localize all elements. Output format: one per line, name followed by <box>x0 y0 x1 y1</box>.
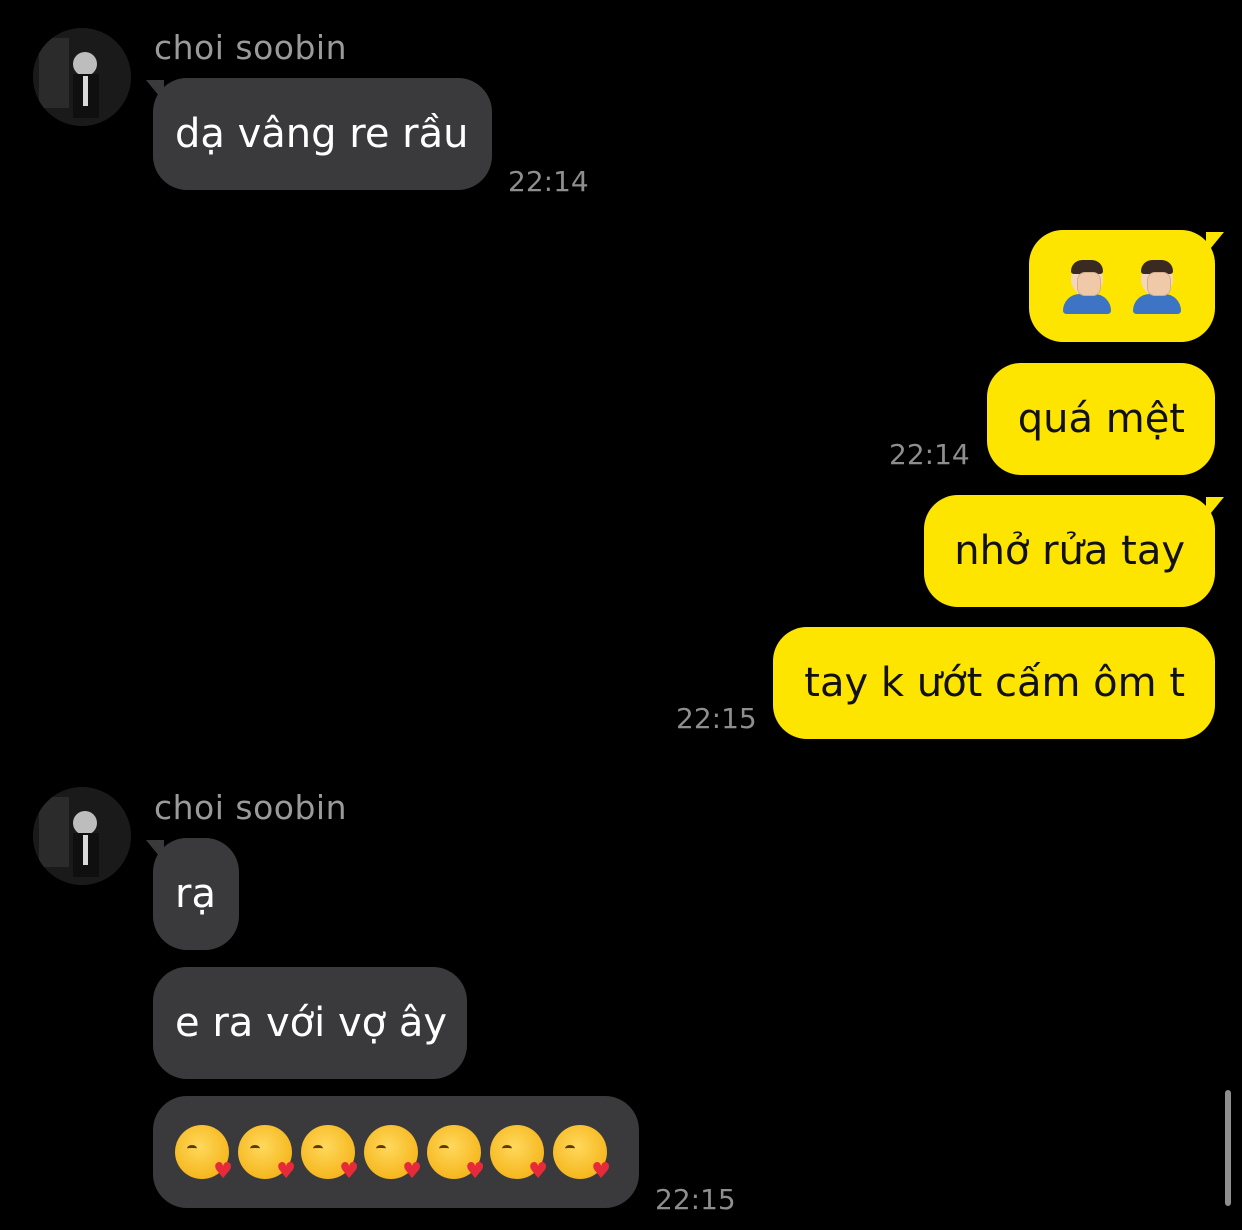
message-text: quá mệt <box>1017 396 1185 442</box>
message-text: e ra với vợ ây <box>175 1000 448 1046</box>
face-blowing-kiss-icon <box>553 1125 611 1183</box>
message-text: rạ <box>175 871 216 917</box>
message-bubble-outgoing[interactable]: nhở rửa tay <box>924 495 1215 607</box>
message-timestamp: 22:14 <box>889 438 970 471</box>
sender-name: choi soobin <box>154 788 348 827</box>
face-blowing-kiss-icon <box>364 1125 422 1183</box>
message-bubble-incoming[interactable]: rạ <box>153 838 239 950</box>
man-facepalming-icon <box>1059 258 1115 314</box>
avatar-photo-icon <box>33 787 131 885</box>
message-text: dạ vâng re rầu <box>175 111 469 157</box>
face-blowing-kiss-icon <box>301 1125 359 1183</box>
message-bubble-outgoing[interactable]: tay k ướt cấm ôm t <box>773 627 1215 739</box>
message-timestamp: 22:15 <box>676 702 757 735</box>
message-bubble-outgoing[interactable]: quá mệt <box>987 363 1215 475</box>
message-timestamp: 22:15 <box>655 1183 736 1216</box>
emoji-message <box>1059 258 1185 314</box>
message-bubble-outgoing[interactable] <box>1029 230 1215 342</box>
man-facepalming-icon <box>1129 258 1185 314</box>
message-bubble-incoming[interactable]: e ra với vợ ây <box>153 967 467 1079</box>
avatar[interactable] <box>33 28 131 126</box>
scrollbar[interactable] <box>1225 1090 1231 1206</box>
face-blowing-kiss-icon <box>427 1125 485 1183</box>
message-timestamp: 22:14 <box>508 165 589 198</box>
message-text: nhở rửa tay <box>954 528 1185 574</box>
face-blowing-kiss-icon <box>238 1125 296 1183</box>
message-bubble-incoming[interactable]: dạ vâng re rầu <box>153 78 492 190</box>
avatar[interactable] <box>33 787 131 885</box>
message-text: tay k ướt cấm ôm t <box>804 660 1185 706</box>
face-blowing-kiss-icon <box>175 1125 233 1183</box>
avatar-photo-icon <box>33 28 131 126</box>
sender-name: choi soobin <box>154 28 348 67</box>
emoji-message <box>175 1125 611 1183</box>
face-blowing-kiss-icon <box>490 1125 548 1183</box>
message-bubble-incoming[interactable] <box>153 1096 639 1208</box>
